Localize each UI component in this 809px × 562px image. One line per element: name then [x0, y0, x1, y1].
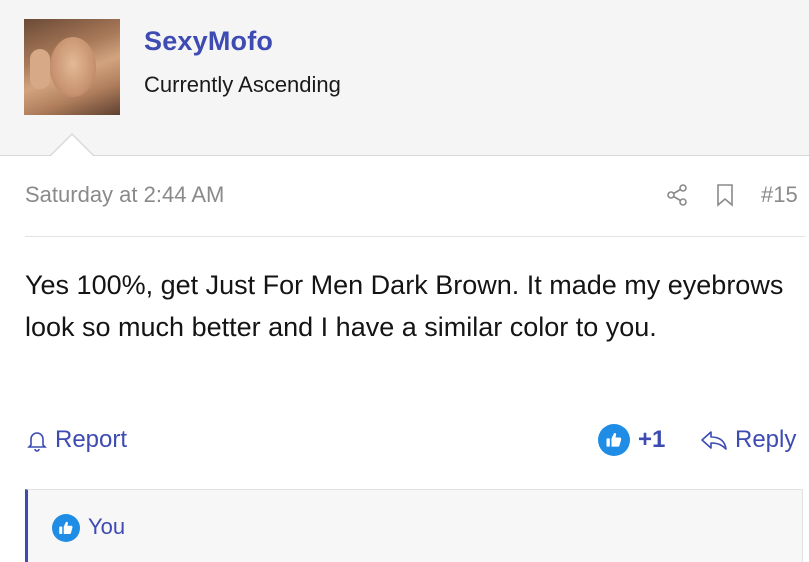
- thumbs-up-icon: [52, 514, 80, 542]
- like-button[interactable]: +1: [598, 424, 665, 456]
- reactions-user-list[interactable]: You: [88, 514, 125, 540]
- thumbs-up-icon: [598, 424, 630, 456]
- bell-icon: [27, 432, 47, 452]
- bookmark-icon[interactable]: [713, 183, 737, 207]
- reply-arrow-icon: [701, 431, 727, 450]
- report-button[interactable]: Report: [25, 424, 127, 456]
- reactions-bar[interactable]: You: [25, 489, 803, 562]
- post-number-link[interactable]: #15: [761, 182, 798, 208]
- share-icon[interactable]: [665, 183, 689, 207]
- like-count: +1: [638, 426, 666, 453]
- header-pointer-fill: [50, 135, 94, 157]
- user-title: Currently Ascending: [144, 72, 341, 97]
- username-link[interactable]: SexyMofo: [144, 26, 273, 57]
- avatar-face: [50, 37, 96, 97]
- report-label: Report: [55, 426, 128, 453]
- post-date[interactable]: Saturday at 2:44 AM: [25, 182, 224, 208]
- reply-label: Reply: [735, 426, 797, 453]
- user-header: SexyMofo Currently Ascending: [0, 0, 809, 156]
- post-divider: [25, 236, 805, 237]
- post-body: Yes 100%, get Just For Men Dark Brown. I…: [25, 270, 784, 342]
- avatar[interactable]: [24, 19, 120, 115]
- reply-button[interactable]: Reply: [700, 424, 796, 456]
- avatar-hand: [30, 49, 50, 89]
